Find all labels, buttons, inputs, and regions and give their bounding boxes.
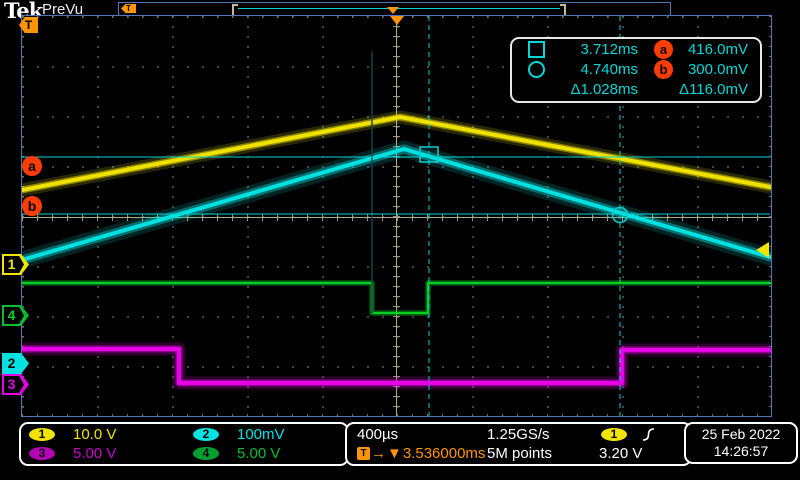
ch3-ground-marker[interactable]: 3 bbox=[2, 374, 29, 395]
ch2-tag-label: 2 bbox=[2, 353, 21, 374]
trigger-source-cell: 1 bbox=[599, 427, 690, 442]
trigger-delay: 3.536000ms bbox=[403, 445, 486, 462]
time-label: 14:26:57 bbox=[714, 443, 769, 460]
arrow-right-icon: → bbox=[371, 445, 386, 462]
channel-scale-box: 1 10.0 V 2 100mV 3 5.00 V 4 5.00 V bbox=[19, 422, 349, 466]
ch1-tag-label: 1 bbox=[2, 254, 21, 275]
ch3-trace bbox=[22, 349, 770, 383]
trigger-level: 3.20 V bbox=[599, 445, 690, 462]
tri-down-icon: ▼ bbox=[387, 445, 402, 462]
record-trigger-flag-icon: T bbox=[121, 4, 136, 13]
record-window-line bbox=[238, 8, 560, 9]
cursor-b-time: 4.740ms bbox=[548, 61, 638, 78]
cursor-a-marker[interactable]: a bbox=[22, 156, 42, 176]
ch1-ground-marker[interactable]: 1 bbox=[2, 254, 29, 275]
trigger-source-badge[interactable]: 1 bbox=[601, 428, 627, 441]
ch3-badge[interactable]: 3 bbox=[29, 447, 55, 460]
cursor-a-badge: a bbox=[654, 40, 673, 59]
ch2-ground-marker[interactable]: 2 bbox=[2, 353, 29, 374]
cursor-b-marker[interactable]: b bbox=[22, 196, 42, 216]
ch4-trace bbox=[22, 283, 770, 313]
ch1-badge[interactable]: 1 bbox=[29, 428, 55, 441]
date-label: 25 Feb 2022 bbox=[702, 426, 781, 443]
horizontal-trigger-box: 400µs 1.25GS/s 1 T → ▼ 3.536000ms 5M poi… bbox=[345, 422, 692, 466]
ch4-trace bbox=[22, 283, 770, 313]
cursor-delta-value: Δ116.0mV bbox=[673, 81, 748, 98]
ch2-badge[interactable]: 2 bbox=[193, 428, 219, 441]
cursor-b-badge: b bbox=[654, 60, 673, 79]
cursor-readout-box: 3.712ms a 416.0mV 4.740ms b 300.0mV Δ1.0… bbox=[510, 37, 762, 103]
cursor-a-time: 3.712ms bbox=[548, 41, 638, 58]
ch3-tag-label: 3 bbox=[2, 374, 21, 395]
trigger-delay-row: T → ▼ 3.536000ms bbox=[357, 445, 487, 462]
ch3-scale: 5.00 V bbox=[73, 445, 191, 462]
oscilloscope-screen: Tek PreVu T T a b 1 4 2 3 bbox=[0, 0, 800, 480]
cursor-b-row: 4.740ms b 300.0mV bbox=[512, 60, 760, 79]
trigger-position-icon[interactable] bbox=[390, 16, 404, 25]
record-length: 5M points bbox=[487, 445, 599, 462]
record-view-bar[interactable]: T bbox=[118, 2, 671, 16]
cursor-delta-time: Δ1.028ms bbox=[548, 81, 638, 98]
ch4-tag-label: 4 bbox=[2, 305, 21, 326]
cursor-b-value: 300.0mV bbox=[673, 61, 748, 78]
cursor-a-square-icon bbox=[528, 41, 545, 58]
ch4-badge[interactable]: 4 bbox=[193, 447, 219, 460]
trigger-t-icon: T bbox=[357, 447, 370, 460]
ch2-scale: 100mV bbox=[237, 426, 347, 443]
cursor-a-row: 3.712ms a 416.0mV bbox=[512, 40, 760, 59]
cursor-b-circle-icon bbox=[528, 61, 545, 78]
cursor-delta-row: Δ1.028ms Δ116.0mV bbox=[512, 80, 760, 99]
cursor-a-value: 416.0mV bbox=[673, 41, 748, 58]
datetime-box: 25 Feb 2022 14:26:57 bbox=[684, 422, 798, 464]
ch1-scale: 10.0 V bbox=[73, 426, 191, 443]
rising-edge-icon bbox=[641, 427, 656, 442]
sample-rate: 1.25GS/s bbox=[487, 426, 599, 443]
record-trigger-position-icon bbox=[387, 7, 399, 14]
time-scale: 400µs bbox=[357, 426, 487, 443]
ch4-scale: 5.00 V bbox=[237, 445, 347, 462]
cursor-delta-spacer bbox=[654, 80, 673, 99]
ch4-ground-marker[interactable]: 4 bbox=[2, 305, 29, 326]
